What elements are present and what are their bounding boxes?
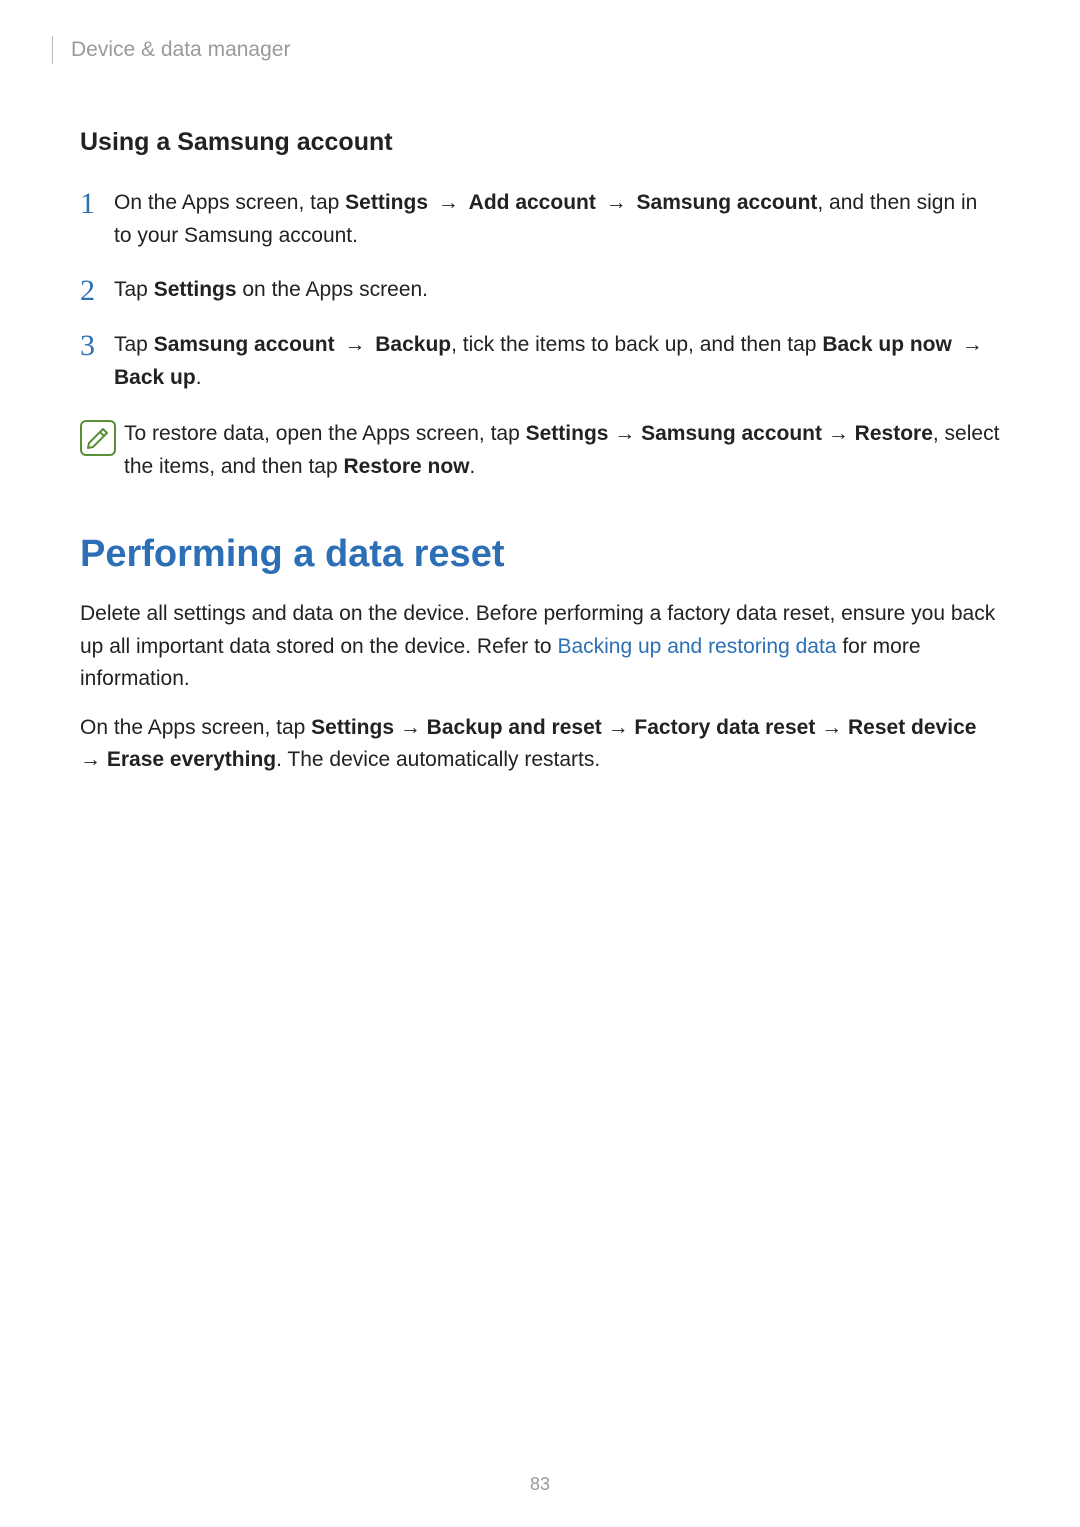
step-text: Tap Settings on the Apps screen. [114,274,1000,307]
header-divider [52,36,53,64]
breadcrumb: Device & data manager [71,38,290,62]
step-number: 1 [80,187,114,220]
body-paragraph: Delete all settings and data on the devi… [80,598,1000,696]
note-text: To restore data, open the Apps screen, t… [124,418,1000,483]
page-content: Device & data manager Using a Samsung ac… [0,0,1080,777]
step-number: 2 [80,274,114,307]
steps-list: 1 On the Apps screen, tap Settings → Add… [80,187,1000,394]
page-number: 83 [0,1474,1080,1495]
note-callout: To restore data, open the Apps screen, t… [80,418,1000,483]
body-paragraph: On the Apps screen, tap Settings → Backu… [80,712,1000,777]
step-1: 1 On the Apps screen, tap Settings → Add… [80,187,1000,252]
step-number: 3 [80,329,114,362]
page-header: Device & data manager [80,36,1000,64]
section-heading-data-reset: Performing a data reset [80,533,1000,576]
step-2: 2 Tap Settings on the Apps screen. [80,274,1000,307]
note-icon-wrap [80,418,124,456]
step-text: On the Apps screen, tap Settings → Add a… [114,187,1000,252]
step-3: 3 Tap Samsung account → Backup, tick the… [80,329,1000,394]
note-icon [80,420,116,456]
section-heading-samsung-account: Using a Samsung account [80,128,1000,157]
step-text: Tap Samsung account → Backup, tick the i… [114,329,1000,394]
cross-reference-link[interactable]: Backing up and restoring data [557,635,836,658]
